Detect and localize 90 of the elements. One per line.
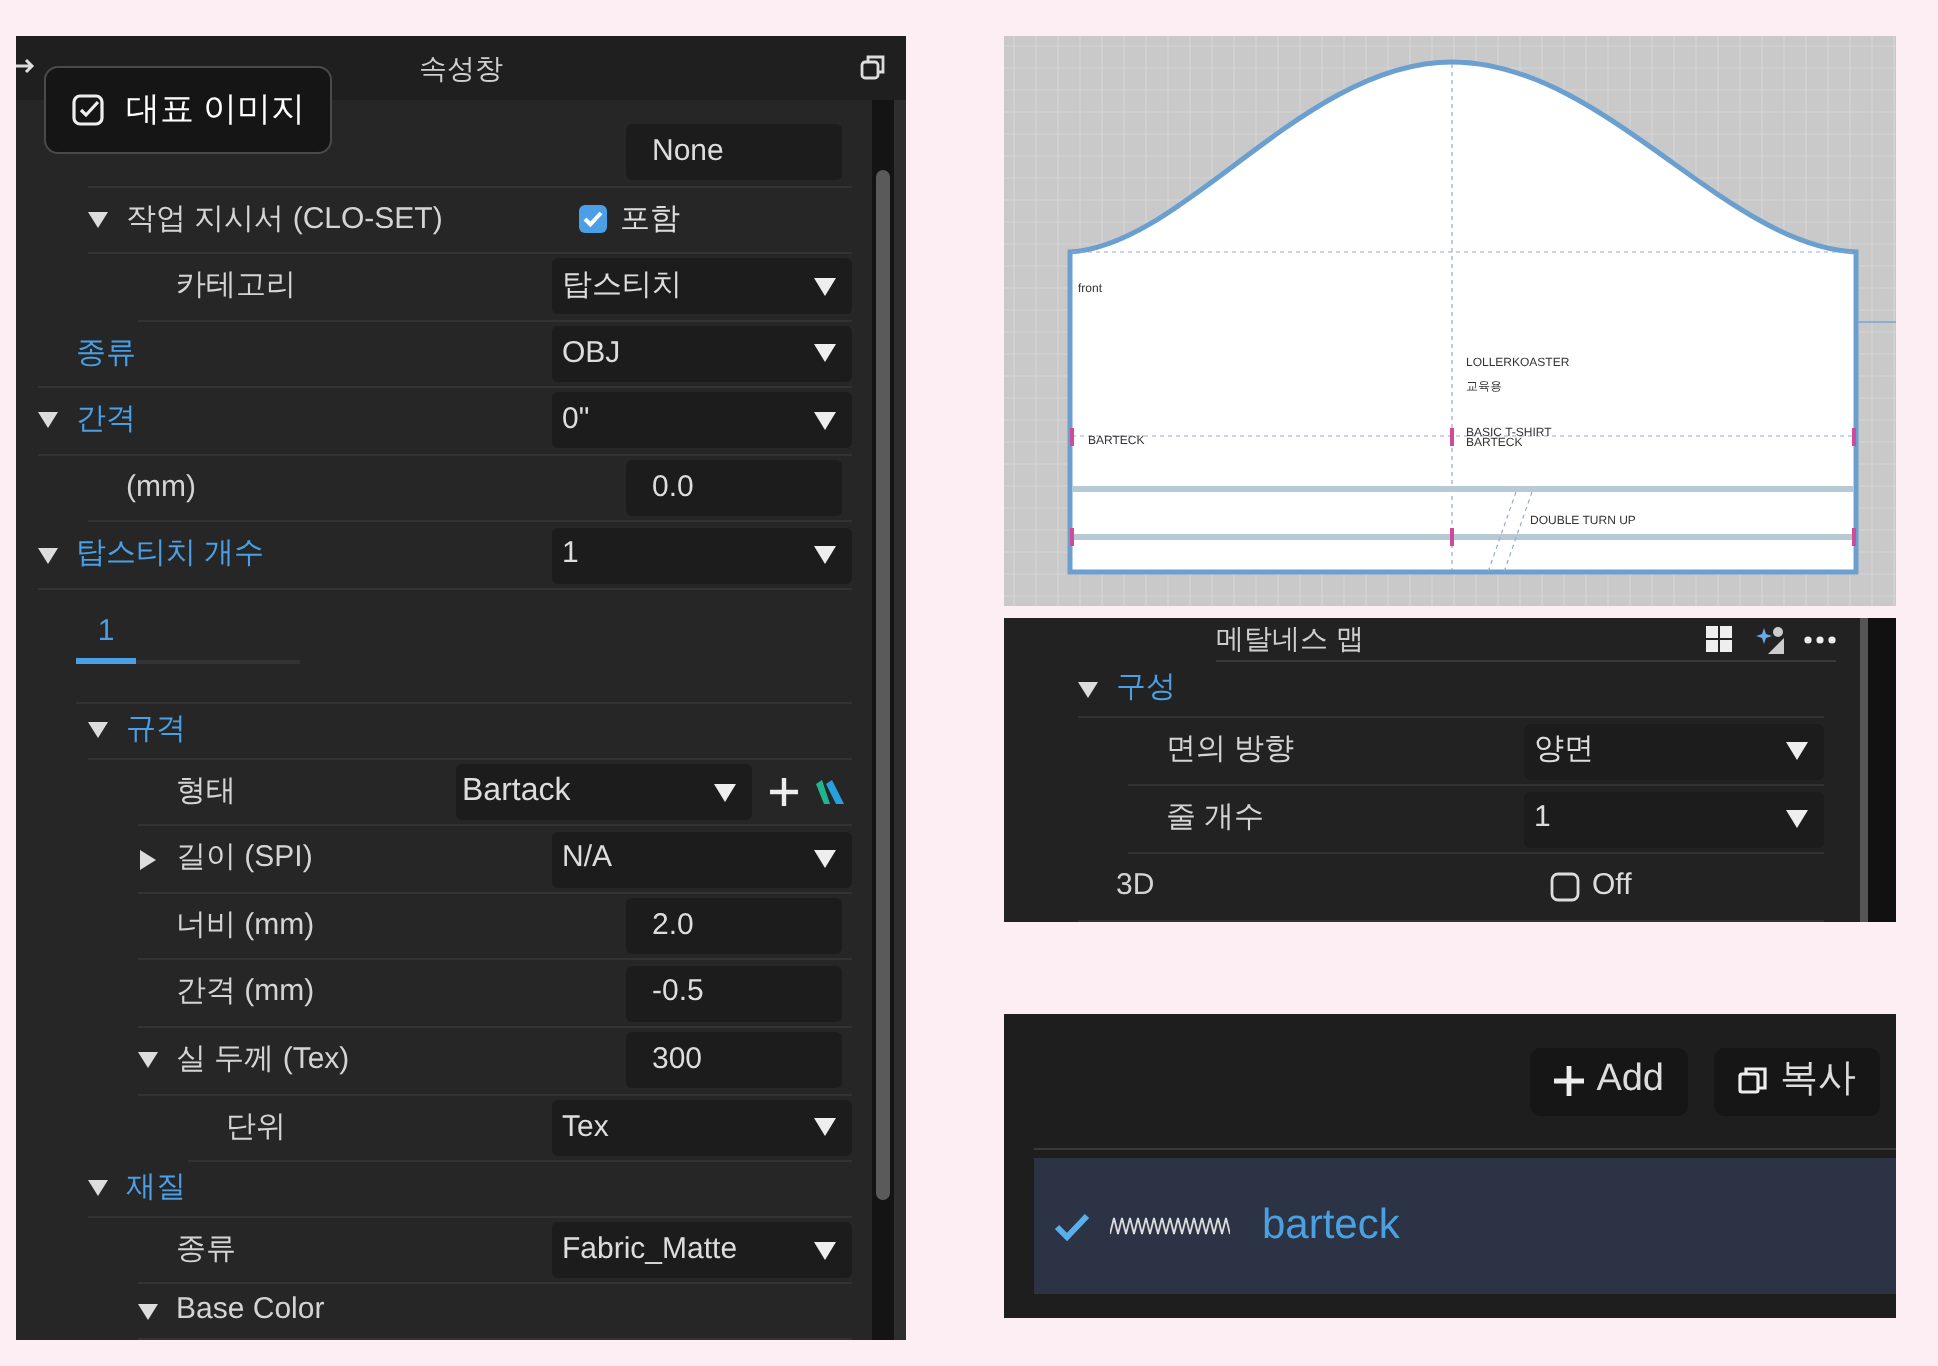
caret-icon bbox=[814, 277, 836, 296]
checkbox-label: 포함 bbox=[620, 199, 680, 240]
collapse-icon[interactable] bbox=[38, 545, 58, 566]
row-label: Base Color bbox=[176, 1290, 327, 1331]
row-label: 단위 bbox=[226, 1107, 288, 1148]
row-label: 작업 지시서 (CLO-SET) bbox=[126, 199, 445, 240]
tooltip-text: 대표 이미지 bbox=[126, 88, 306, 133]
bartack-mark bbox=[1070, 428, 1074, 446]
collapse-icon[interactable] bbox=[1078, 679, 1098, 699]
row-label: 탑스티치 개수 bbox=[76, 534, 267, 575]
dropdown[interactable]: 0" bbox=[552, 392, 852, 449]
row-label: 카테고리 bbox=[176, 266, 298, 307]
copy-icon bbox=[1738, 1066, 1768, 1096]
scrollbar-thumb[interactable] bbox=[876, 170, 890, 1200]
row-label: (mm) bbox=[126, 467, 198, 508]
row-label: 실 두께 (Tex) bbox=[176, 1040, 352, 1081]
dropdown[interactable]: Tex bbox=[552, 1099, 852, 1156]
bartack-mark bbox=[1070, 528, 1074, 546]
restore-window-icon[interactable] bbox=[860, 54, 886, 80]
row-label: 간격 (mm) bbox=[176, 972, 317, 1013]
scrollbar-track[interactable] bbox=[872, 100, 894, 1340]
scrollbar-thumb[interactable] bbox=[1860, 618, 1868, 922]
row-label: 형태 bbox=[176, 771, 238, 812]
caret-icon bbox=[814, 1118, 836, 1137]
panel-title: 속성창 bbox=[419, 49, 503, 87]
caret-icon bbox=[1786, 810, 1808, 828]
collapse-icon[interactable] bbox=[88, 1178, 108, 1199]
dropdown[interactable]: 탑스티치 bbox=[552, 258, 852, 315]
copy-button[interactable]: 복사 bbox=[1714, 1047, 1880, 1115]
arrow-icon[interactable] bbox=[16, 56, 36, 76]
sparkle-icon[interactable] bbox=[1756, 625, 1784, 653]
grid-icon[interactable] bbox=[1706, 626, 1732, 652]
item-name: barteck bbox=[1262, 1200, 1400, 1253]
checkbox-label: Off bbox=[1592, 866, 1632, 907]
caret-icon bbox=[714, 783, 736, 802]
expand-icon[interactable] bbox=[138, 849, 158, 870]
section-title: 메탈네스 맵 bbox=[1216, 620, 1366, 658]
input-field[interactable]: 300 bbox=[626, 1032, 842, 1089]
checkbox[interactable] bbox=[1550, 872, 1580, 902]
add-button[interactable]: Add bbox=[1530, 1047, 1688, 1115]
row-label: 간격 bbox=[76, 400, 138, 441]
dropdown[interactable]: Fabric_Matte bbox=[552, 1222, 852, 1278]
plus-icon bbox=[1554, 1066, 1585, 1096]
collapse-icon[interactable] bbox=[38, 410, 58, 431]
caret-icon bbox=[814, 411, 836, 430]
dropdown[interactable]: OBJ bbox=[552, 325, 852, 382]
checkbox-icon bbox=[70, 92, 106, 128]
collapse-icon[interactable] bbox=[88, 720, 108, 741]
scrollbar-track[interactable] bbox=[1868, 618, 1896, 922]
input-field[interactable]: None bbox=[626, 124, 842, 181]
dropdown[interactable]: 1 bbox=[552, 527, 852, 584]
row-label: 재질 bbox=[126, 1168, 188, 1209]
bartack-mark bbox=[1852, 528, 1856, 546]
input-field[interactable]: 0.0 bbox=[626, 460, 842, 516]
row-label: 길이 (SPI) bbox=[176, 838, 315, 879]
input-field[interactable]: -0.5 bbox=[626, 965, 842, 1022]
checkmark-icon[interactable] bbox=[1054, 1211, 1090, 1241]
zigzag-stitch-icon bbox=[1110, 1216, 1230, 1236]
caret-icon bbox=[1786, 742, 1808, 760]
row-label: 규격 bbox=[126, 710, 188, 751]
row-label: 종류 bbox=[176, 1229, 238, 1270]
row-label: 구성 bbox=[1116, 668, 1178, 709]
dropdown[interactable]: 양면 bbox=[1524, 723, 1824, 779]
caret-icon bbox=[814, 546, 836, 565]
caret-icon bbox=[814, 344, 836, 363]
dropdown[interactable]: Bartack bbox=[456, 764, 752, 821]
row-label: 면의 방향 bbox=[1166, 730, 1297, 771]
dropdown[interactable]: N/A bbox=[552, 831, 852, 888]
row-label: 너비 (mm) bbox=[176, 905, 317, 946]
checkbox[interactable] bbox=[578, 204, 608, 235]
collapse-icon[interactable] bbox=[138, 1301, 158, 1322]
row-label: 종류 bbox=[76, 333, 138, 374]
caret-icon bbox=[814, 850, 836, 869]
row-label: 3D bbox=[1116, 866, 1157, 907]
notch-line bbox=[1487, 491, 1533, 573]
caret-icon bbox=[814, 1241, 836, 1259]
dropdown[interactable]: 1 bbox=[1524, 791, 1824, 847]
list-item[interactable]: barteck bbox=[1034, 1158, 1896, 1294]
more-icon[interactable] bbox=[1804, 635, 1836, 643]
collapse-icon[interactable] bbox=[138, 1050, 158, 1071]
input-field[interactable]: 2.0 bbox=[626, 898, 842, 955]
plus-icon[interactable] bbox=[770, 778, 798, 807]
stripes-icon[interactable] bbox=[816, 780, 844, 805]
bartack-mark bbox=[1450, 428, 1454, 446]
collapse-icon[interactable] bbox=[88, 209, 108, 230]
tab[interactable]: 1 bbox=[76, 607, 136, 664]
bartack-mark bbox=[1450, 528, 1454, 546]
pattern-piece[interactable] bbox=[1067, 59, 1859, 575]
row-label: 줄 개수 bbox=[1166, 798, 1267, 839]
bartack-mark bbox=[1852, 428, 1856, 446]
